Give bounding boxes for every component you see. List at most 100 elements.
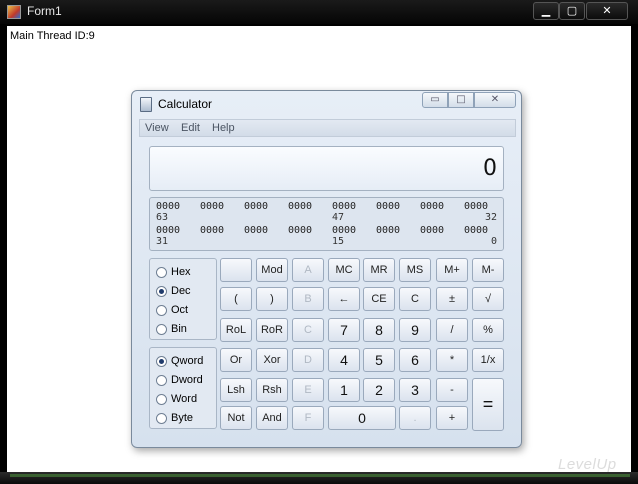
- binary-group: 0000: [288, 201, 313, 212]
- calc-minimize-button[interactable]: ▭: [422, 92, 448, 108]
- calc-maximize-button[interactable]: □: [448, 92, 474, 108]
- key-r3-2[interactable]: C: [292, 318, 324, 342]
- radio-icon: [156, 394, 167, 405]
- key-r6-1[interactable]: And: [256, 406, 288, 430]
- key-r2-4[interactable]: CE: [363, 287, 395, 311]
- menu-edit[interactable]: Edit: [181, 122, 200, 134]
- binary-group: 0000: [376, 225, 401, 236]
- display-value: 0: [483, 156, 497, 181]
- radio-icon: [156, 286, 167, 297]
- key-r3-0[interactable]: RoL: [220, 318, 252, 342]
- key-r5-5[interactable]: 3: [399, 378, 431, 402]
- key-r6-3[interactable]: 0: [328, 406, 396, 430]
- bottom-strip: [10, 474, 630, 477]
- binary-row: 0000 0000 0000 0000 0000 0000 0000 0000: [156, 201, 496, 213]
- menu-bar: View Edit Help: [139, 119, 516, 137]
- binary-group: 0000: [156, 225, 181, 236]
- key-r6-0[interactable]: Not: [220, 406, 252, 430]
- key-r4-5[interactable]: 6: [399, 348, 431, 372]
- radio-label: Word: [171, 393, 198, 405]
- key-r5-1[interactable]: Rsh: [256, 378, 288, 402]
- menu-help[interactable]: Help: [212, 122, 235, 134]
- bit-position-label: 0: [490, 236, 497, 247]
- key-r3-7[interactable]: %: [472, 318, 504, 342]
- key-r3-3[interactable]: 7: [328, 318, 360, 342]
- menu-view[interactable]: View: [145, 122, 169, 134]
- key-r1-4[interactable]: MR: [363, 258, 395, 282]
- key-r2-2[interactable]: B: [292, 287, 324, 311]
- form1-titlebar[interactable]: Form1 ▁ ▢ ✕: [0, 0, 638, 24]
- radio-label: Oct: [171, 304, 189, 316]
- calculator-window: Calculator ▭ □ ✕ View Edit Help 0 0000 00…: [131, 90, 522, 448]
- key-r2-7[interactable]: √: [472, 287, 504, 311]
- key-r5-7[interactable]: =: [472, 378, 504, 431]
- key-r4-6[interactable]: *: [436, 348, 468, 372]
- binary-group: 0000: [332, 201, 357, 212]
- key-r3-4[interactable]: 8: [363, 318, 395, 342]
- binary-group: 0000: [420, 201, 445, 212]
- key-r5-6[interactable]: -: [436, 378, 468, 402]
- key-r5-2[interactable]: E: [292, 378, 324, 402]
- key-r2-5[interactable]: C: [399, 287, 431, 311]
- key-r5-0[interactable]: Lsh: [220, 378, 252, 402]
- key-r3-6[interactable]: /: [436, 318, 468, 342]
- key-r3-5[interactable]: 9: [399, 318, 431, 342]
- binary-group: 0000: [156, 201, 181, 212]
- key-r1-6[interactable]: M+: [436, 258, 468, 282]
- key-r3-1[interactable]: RoR: [256, 318, 288, 342]
- bit-position-label: 32: [484, 212, 497, 223]
- calculator-display: 0: [149, 146, 504, 191]
- bit-position-label: 15: [332, 236, 345, 247]
- key-r1-2[interactable]: A: [292, 258, 324, 282]
- key-r1-7[interactable]: M-: [472, 258, 504, 282]
- key-r1-1[interactable]: Mod: [256, 258, 288, 282]
- key-r1-5[interactable]: MS: [399, 258, 431, 282]
- binary-group: 0000: [288, 225, 313, 236]
- binary-row: 0000 0000 0000 0000 0000 0000 0000 0000: [156, 225, 496, 237]
- binary-group: 0000: [200, 225, 225, 236]
- key-r1-3[interactable]: MC: [328, 258, 360, 282]
- radio-icon: [156, 356, 167, 367]
- maximize-button[interactable]: ▢: [559, 2, 585, 20]
- key-r4-3[interactable]: 4: [328, 348, 360, 372]
- key-r2-0[interactable]: (: [220, 287, 252, 311]
- key-r6-2[interactable]: F: [292, 406, 324, 430]
- radio-label: Hex: [171, 266, 191, 278]
- watermark-text: LevelUp: [558, 456, 617, 473]
- binary-group: 0000: [464, 201, 489, 212]
- radio-icon: [156, 413, 167, 424]
- calculator-icon: [140, 97, 152, 112]
- calc-close-button[interactable]: ✕: [474, 92, 516, 108]
- key-r4-7[interactable]: 1/x: [472, 348, 504, 372]
- radio-label: Qword: [171, 355, 204, 367]
- radio-icon: [156, 375, 167, 386]
- bit-position-label: 47: [332, 212, 345, 223]
- key-r2-3[interactable]: ←: [328, 287, 360, 311]
- key-r4-0[interactable]: Or: [220, 348, 252, 372]
- radio-label: Dword: [171, 374, 203, 386]
- form1-title: Form1: [27, 4, 62, 18]
- radio-label: Byte: [171, 412, 194, 424]
- word-size-group: Qword Dword Word Byte: [149, 347, 217, 429]
- key-r6-5[interactable]: +: [436, 406, 468, 430]
- key-r2-1[interactable]: ): [256, 287, 288, 311]
- key-r1-0[interactable]: [220, 258, 252, 282]
- key-r6-4[interactable]: .: [399, 406, 431, 430]
- binary-group: 0000: [376, 201, 401, 212]
- radio-label: Bin: [171, 323, 187, 335]
- key-r5-3[interactable]: 1: [328, 378, 360, 402]
- binary-group: 0000: [464, 225, 489, 236]
- radio-icon: [156, 305, 167, 316]
- key-r4-4[interactable]: 5: [363, 348, 395, 372]
- key-r4-2[interactable]: D: [292, 348, 324, 372]
- thread-id-label: Main Thread ID:9: [10, 30, 95, 42]
- close-button[interactable]: ✕: [586, 2, 628, 20]
- radix-group: Hex Dec Oct Bin: [149, 258, 217, 340]
- bit-position-label: 31: [156, 236, 169, 247]
- bit-position-label: 63: [156, 212, 169, 223]
- key-r2-6[interactable]: ±: [436, 287, 468, 311]
- key-r5-4[interactable]: 2: [363, 378, 395, 402]
- binary-group: 0000: [332, 225, 357, 236]
- minimize-button[interactable]: ▁: [533, 2, 559, 20]
- key-r4-1[interactable]: Xor: [256, 348, 288, 372]
